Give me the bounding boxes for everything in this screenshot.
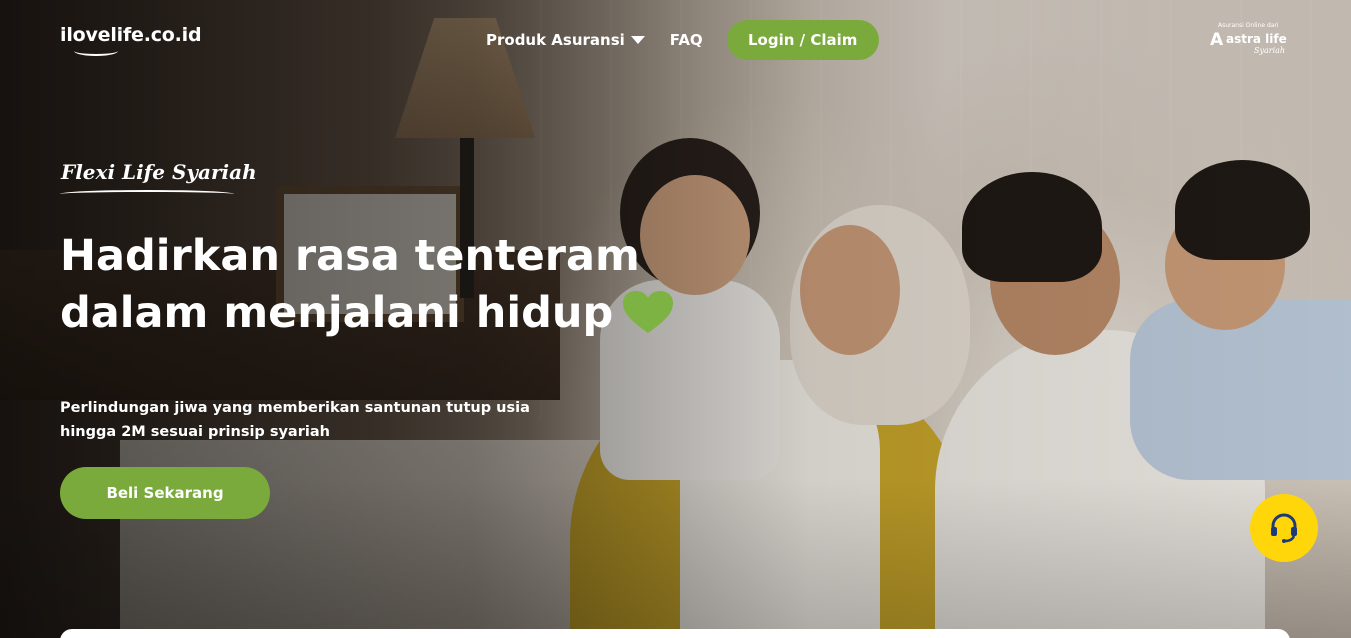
logo-smile-mark [74,46,118,56]
nav-faq-link[interactable]: FAQ [670,31,703,49]
partner-tagline: Asuransi Online dari [1218,22,1279,29]
headline-line-2-text: dalam menjalani hidup [60,288,614,338]
chevron-down-icon [630,36,645,44]
nav-products-label: Produk Asuransi [486,31,625,49]
hero-subtext: Perlindungan jiwa yang memberikan santun… [60,400,530,440]
partner-logo[interactable]: Asuransi Online dari A astra life Syaria… [1210,22,1290,62]
product-name: Flexi Life Syariah [61,160,257,184]
main-nav: Produk Asuransi FAQ Login / Claim [486,20,879,60]
headline-line-1: Hadirkan rasa tenteram [60,231,640,281]
nav-faq-label: FAQ [669,31,703,49]
astra-triangle-icon: A [1210,30,1224,50]
site-logo[interactable]: ilovelife.co.id [60,24,202,46]
headline-line-2: dalam menjalani hidup [60,285,700,342]
partner-name: astra life [1226,32,1287,46]
product-name-underline [60,190,234,198]
login-claim-button[interactable]: Login / Claim [726,20,879,60]
headset-icon [1271,513,1297,543]
buy-now-button[interactable]: Beli Sekarang [60,467,270,519]
hero-section: ilovelife.co.id Produk Asuransi FAQ Logi… [0,0,1351,638]
nav-products-dropdown[interactable]: Produk Asuransi [486,31,645,49]
site-logo-text: ilovelife.co.id [60,24,202,46]
customer-support-button[interactable] [1250,494,1318,562]
partner-subname: Syariah [1254,46,1286,55]
content-card-top-edge [60,629,1290,638]
heart-icon [623,290,674,333]
hero-headline: Hadirkan rasa tenteram dalam menjalani h… [60,228,700,342]
